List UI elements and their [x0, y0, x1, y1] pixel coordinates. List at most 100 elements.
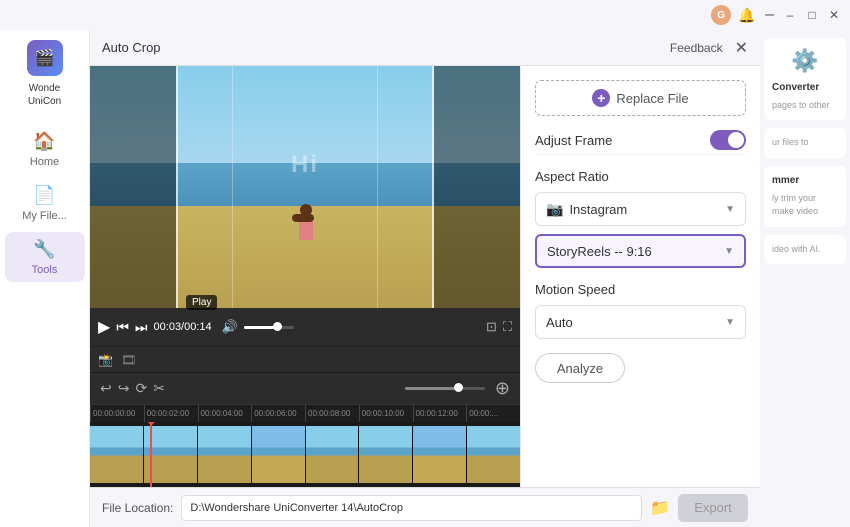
time-mark-4: 00:00:08:00 [305, 405, 359, 422]
motion-speed-value: Auto [546, 315, 725, 330]
panel-title: Auto Crop [102, 40, 161, 55]
instagram-icon: 📷 [546, 201, 563, 218]
fullscreen-icon[interactable]: ⛶ [503, 319, 512, 335]
title-bar: G 🔔 – – □ ✕ [0, 0, 850, 30]
frame-thumb-3 [198, 426, 252, 483]
fit-screen-icon[interactable]: ⊡ [486, 319, 497, 335]
crop-border-right [432, 66, 434, 308]
zoom-track[interactable] [405, 387, 485, 390]
redo-button[interactable]: ↪ [118, 380, 130, 397]
minimize-button[interactable]: – [782, 7, 798, 23]
frame-thumb-1 [90, 426, 144, 483]
zoom-thumb [454, 383, 463, 392]
maximize-button[interactable]: □ [804, 7, 820, 23]
aspect-ratio-dropdown[interactable]: 📷 Instagram ▼ [535, 192, 746, 226]
time-mark-1: 00:00:02:00 [144, 405, 198, 422]
frame-thumb-8 [467, 426, 520, 483]
right-card-files: ur files to [764, 128, 846, 158]
frame-thumb-7 [413, 426, 467, 483]
file-location-bar: File Location: 📁 Export [90, 487, 760, 527]
play-button[interactable]: ▶ [98, 317, 110, 337]
toggle-thumb [728, 132, 744, 148]
notification-icon[interactable]: 🔔 [737, 5, 757, 25]
right-card-trimmer-text: ly trim your make video [772, 192, 838, 219]
app-name: Wonde UniCon [24, 82, 65, 108]
adjust-frame-row: Adjust Frame [535, 130, 746, 155]
export-button[interactable]: Export [678, 494, 748, 522]
chevron-down-icon: ▼ [725, 204, 735, 215]
panel-header: Auto Crop Feedback ✕ [90, 30, 760, 66]
motion-speed-label: Motion Speed [535, 282, 746, 297]
skip-back-button[interactable]: ⏮ [116, 319, 129, 336]
sidebar: 🎬 Wonde UniCon 🏠 Home 📄 My File... 🔧 Too… [0, 30, 90, 527]
volume-fill [244, 326, 274, 329]
motion-speed-dropdown[interactable]: Auto ▼ [535, 305, 746, 339]
time-mark-7: 00:00:... [466, 405, 520, 422]
converter-icon: ⚙️ [772, 46, 838, 77]
user-avatar[interactable]: G [711, 5, 731, 25]
crop-shadow-left [90, 66, 176, 308]
zoom-add-button[interactable]: ⊕ [495, 378, 510, 399]
right-card-converter-text: pages to other [772, 99, 838, 113]
time-mark-6: 00:00:12:00 [413, 405, 467, 422]
chevron-down-active-icon: ▼ [724, 246, 734, 257]
right-card-files-text: ur files to [772, 136, 838, 150]
playhead [150, 422, 152, 487]
plus-icon: + [592, 89, 610, 107]
frame-thumb-5 [306, 426, 360, 483]
volume-track[interactable] [244, 326, 294, 329]
refresh-button[interactable]: ⟳ [135, 380, 147, 397]
skip-forward-button[interactable]: ⏭ [135, 319, 148, 336]
sub-ratio-value: StoryReels -- 9:16 [547, 244, 724, 259]
right-card-ai-text: ideo with AI. [772, 243, 838, 257]
video-frame: Hi [90, 66, 520, 308]
adjust-frame-toggle[interactable] [710, 130, 746, 150]
figure [296, 196, 316, 240]
crop-border-left [176, 66, 178, 308]
panel-close-button[interactable]: ✕ [735, 38, 748, 58]
aspect-ratio-section: Aspect Ratio 📷 Instagram ▼ StoryReels --… [535, 169, 746, 268]
analyze-button[interactable]: Analyze [535, 353, 625, 383]
time-marks-container: 00:00:00:00 00:00:02:00 00:00:04:00 00:0… [90, 405, 520, 422]
right-info-panel: ⚙️ Converter pages to other ur files to … [760, 30, 850, 490]
app-window: G 🔔 – – □ ✕ 🎬 Wonde UniCon 🏠 Home 📄 My F… [0, 0, 850, 527]
replace-file-button[interactable]: + Replace File [535, 80, 746, 116]
capture-clip-icon[interactable]: 🎞 [121, 353, 136, 367]
right-card-converter-title: Converter [772, 81, 838, 95]
autocrop-panel: Auto Crop Feedback ✕ [90, 30, 760, 487]
time-ruler: 00:00:00:00 00:00:02:00 00:00:04:00 00:0… [90, 404, 520, 422]
video-container: Hi [90, 66, 520, 308]
sidebar-item-my-files[interactable]: 📄 My File... [5, 178, 85, 228]
time-mark-2: 00:00:04:00 [198, 405, 252, 422]
frame-thumb-6 [359, 426, 413, 483]
grid-line-1 [232, 66, 233, 308]
aspect-ratio-label: Aspect Ratio [535, 169, 746, 184]
close-window-button[interactable]: ✕ [826, 7, 842, 23]
video-text-overlay: Hi [291, 151, 319, 179]
file-location-input[interactable] [181, 495, 642, 521]
grid-line-2 [377, 66, 378, 308]
undo-button[interactable]: ↩ [100, 380, 112, 397]
sidebar-item-tools[interactable]: 🔧 Tools [5, 232, 85, 282]
time-display: 00:03/00:14 [154, 321, 212, 333]
divider-icon: – [765, 6, 774, 24]
time-mark-0: 00:00:00:00 [90, 405, 144, 422]
video-section: Hi Play ▶ ⏮ ⏭ 00:03/00:14 🔊 [90, 66, 520, 487]
timeline-tracks [90, 422, 520, 487]
scissors-icon[interactable]: ✂ [153, 380, 165, 397]
panel-header-actions: Feedback ✕ [670, 38, 748, 58]
feedback-link[interactable]: Feedback [670, 41, 723, 55]
sidebar-item-tools-label: Tools [32, 264, 58, 276]
home-icon: 🏠 [33, 131, 55, 152]
sidebar-item-files-label: My File... [22, 210, 67, 222]
time-mark-5: 00:00:10:00 [359, 405, 413, 422]
figure-hair [292, 214, 314, 222]
volume-icon[interactable]: 🔊 [222, 319, 238, 335]
sub-ratio-dropdown[interactable]: StoryReels -- 9:16 ▼ [535, 234, 746, 268]
right-card-ai: ideo with AI. [764, 235, 846, 265]
capture-screenshot-icon[interactable]: 📸 [98, 353, 113, 367]
folder-icon[interactable]: 📁 [650, 498, 670, 518]
sidebar-item-home[interactable]: 🏠 Home [5, 124, 85, 174]
motion-chevron-icon: ▼ [725, 317, 735, 328]
crop-shadow-right [434, 66, 520, 308]
